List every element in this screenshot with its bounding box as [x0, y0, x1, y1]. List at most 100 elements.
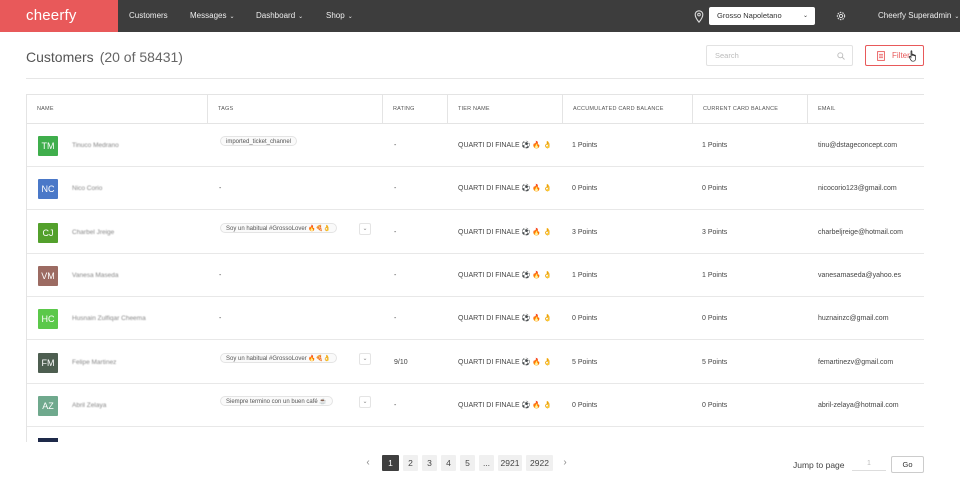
rating: - [394, 271, 397, 279]
store-select[interactable]: Grosso Napoletano ⌄ [709, 7, 815, 25]
accumulated-balance: 1 Points [572, 271, 598, 279]
email: femartinezv@gmail.com [818, 358, 894, 366]
chevron-down-icon: ⌄ [229, 14, 235, 20]
rating: - [394, 228, 397, 236]
go-button[interactable]: Go [891, 456, 924, 473]
column-header-tags[interactable]: TAGS [207, 95, 382, 123]
rating: - [394, 142, 397, 149]
table-row[interactable]: AZ Abril Zelaya Siempre termino con un bue… [27, 384, 924, 427]
rating: - [394, 401, 397, 409]
page-button[interactable]: 2 [403, 455, 418, 471]
page-button[interactable]: 4 [441, 455, 456, 471]
nav-shop-label: Shop [326, 11, 345, 20]
tier-name: QUARTI DI FINALE ⚽ 🔥 👌 [458, 358, 552, 366]
email: huznainzc@gmail.com [818, 315, 889, 323]
customers-table: NAME TAGS RATING TIER NAME ACCUMULATED C… [26, 94, 924, 442]
current-balance: 3 Points [702, 228, 728, 236]
avatar: FM [38, 352, 58, 373]
table-row[interactable]: FM Felipe Martinez Soy un habitual #Grosso… [27, 341, 924, 384]
avatar: CJ [38, 222, 58, 243]
rating: 9/10 [394, 358, 408, 366]
column-header-email[interactable]: EMAIL [807, 95, 924, 123]
current-balance: 0 Points [702, 315, 728, 323]
page-button[interactable]: 5 [460, 455, 475, 471]
avatar: HC [38, 309, 58, 330]
customer-count: (20 of 58431) [99, 49, 183, 65]
column-header-tier[interactable]: TIER NAME [447, 95, 562, 123]
avatar-initials: HC [41, 314, 55, 325]
current-balance: 1 Points [702, 142, 728, 149]
page-button[interactable]: 3 [422, 455, 437, 471]
customer-name[interactable]: Felipe Martinez [72, 341, 116, 384]
email: charbeljreige@hotmail.com [818, 228, 903, 236]
customer-name[interactable]: Husnain Zulfiqar Cheema [72, 297, 146, 340]
rating: - [394, 315, 397, 323]
avatar-initials: NC [41, 184, 55, 195]
expand-tags-button[interactable]: ⌄ [359, 395, 371, 408]
column-header-current-balance[interactable]: CURRENT CARD BALANCE [692, 95, 807, 123]
tier-name: QUARTI DI FINALE ⚽ 🔥 👌 [458, 401, 552, 409]
tier-name: QUARTI DI FINALE ⚽ 🔥 👌 [458, 142, 552, 149]
table-row[interactable]: TM Tinuco Medrano imported_ticket_channel -… [27, 124, 924, 167]
user-menu-label: Cheerfy Superadmin [878, 11, 952, 20]
nav-messages-label: Messages [190, 11, 227, 20]
search-input[interactable]: Search [706, 45, 853, 66]
table-row[interactable]: CJ Charbel Jreige Soy un habitual #GrossoL… [27, 211, 924, 254]
nav-customers[interactable]: Customers [129, 0, 168, 32]
accumulated-balance: 0 Points [572, 185, 598, 193]
chevron-left-icon[interactable]: ‹ [362, 455, 374, 471]
header-divider [26, 78, 924, 79]
email: nicocorio123@gmail.com [818, 185, 897, 193]
customer-name[interactable]: Vanesa Maseda [72, 254, 119, 297]
customer-name[interactable]: Nico Corio [72, 167, 102, 210]
avatar-initials: AZ [42, 400, 54, 411]
page-button[interactable]: 2921 [498, 455, 522, 471]
store-select-value: Grosso Napoletano [717, 11, 782, 20]
jump-to-page-input[interactable]: 1 [852, 457, 886, 471]
tags-empty: - [219, 271, 222, 279]
page-title-text: Customers [26, 49, 94, 65]
current-balance: 0 Points [702, 401, 728, 409]
nav-shop[interactable]: Shop ⌄ [326, 0, 353, 32]
avatar-initials: VM [41, 270, 55, 281]
page-button[interactable]: 1 [382, 455, 399, 471]
avatar: AZ [38, 395, 58, 416]
column-header-accumulated-balance[interactable]: ACCUMULATED CARD BALANCE [562, 95, 692, 123]
tier-name: QUARTI DI FINALE ⚽ 🔥 👌 [458, 271, 552, 279]
brand-logo[interactable]: cheerfy [0, 0, 118, 32]
customer-name[interactable]: Abril Zelaya [72, 384, 106, 427]
page-button[interactable]: 2922 [526, 455, 553, 471]
accumulated-balance: 3 Points [572, 228, 598, 236]
expand-tags-button[interactable]: ⌄ [359, 222, 371, 235]
nav-messages[interactable]: Messages ⌄ [190, 0, 235, 32]
gear-icon[interactable] [835, 10, 847, 22]
avatar: VM [38, 265, 58, 286]
customer-name[interactable]: Tinuco Medrano [72, 124, 119, 167]
table-header: NAME TAGS RATING TIER NAME ACCUMULATED C… [27, 95, 924, 124]
column-header-rating[interactable]: RATING [382, 95, 447, 123]
jump-to-page-label: Jump to page [793, 460, 845, 470]
nav-dashboard[interactable]: Dashboard ⌄ [256, 0, 303, 32]
chevron-down-icon: ⌄ [954, 14, 960, 20]
tag-pill[interactable]: Soy un habitual #GrossoLover 🔥🍕👌 [220, 352, 337, 363]
user-menu[interactable]: Cheerfy Superadmin ⌄ [878, 0, 959, 32]
tag-pill[interactable]: Siempre termino con un buen café ☕ [220, 395, 333, 406]
chevron-down-icon: ⌄ [347, 14, 353, 20]
column-header-name[interactable]: NAME [27, 95, 207, 123]
tag-pill[interactable]: Soy un habitual #GrossoLover 🔥🍕👌 [220, 222, 337, 233]
avatar [38, 438, 58, 442]
table-row[interactable]: HC Husnain Zulfiqar Cheema - - QUARTI DI FIN… [27, 297, 924, 341]
email: vanesamaseda@yahoo.es [818, 271, 901, 279]
expand-tags-button[interactable]: ⌄ [359, 352, 371, 365]
page-title: Customers (20 of 58431) [26, 49, 183, 65]
table-row[interactable]: VM Vanesa Maseda - - QUARTI DI FINALE ⚽ 🔥 👌 1… [27, 254, 924, 297]
accumulated-balance: 1 Points [572, 142, 598, 149]
customer-name[interactable]: Charbel Jreige [72, 211, 114, 254]
accumulated-balance: 0 Points [572, 315, 598, 323]
tag-pill[interactable]: imported_ticket_channel [220, 136, 298, 146]
table-row[interactable]: NC Nico Corio - - QUARTI DI FINALE ⚽ 🔥 👌 0 Po… [27, 167, 924, 211]
location-pin-icon [694, 10, 704, 23]
hand-cursor-icon [908, 50, 916, 62]
accumulated-balance: 0 Points [572, 401, 598, 409]
chevron-right-icon[interactable]: › [559, 455, 571, 471]
